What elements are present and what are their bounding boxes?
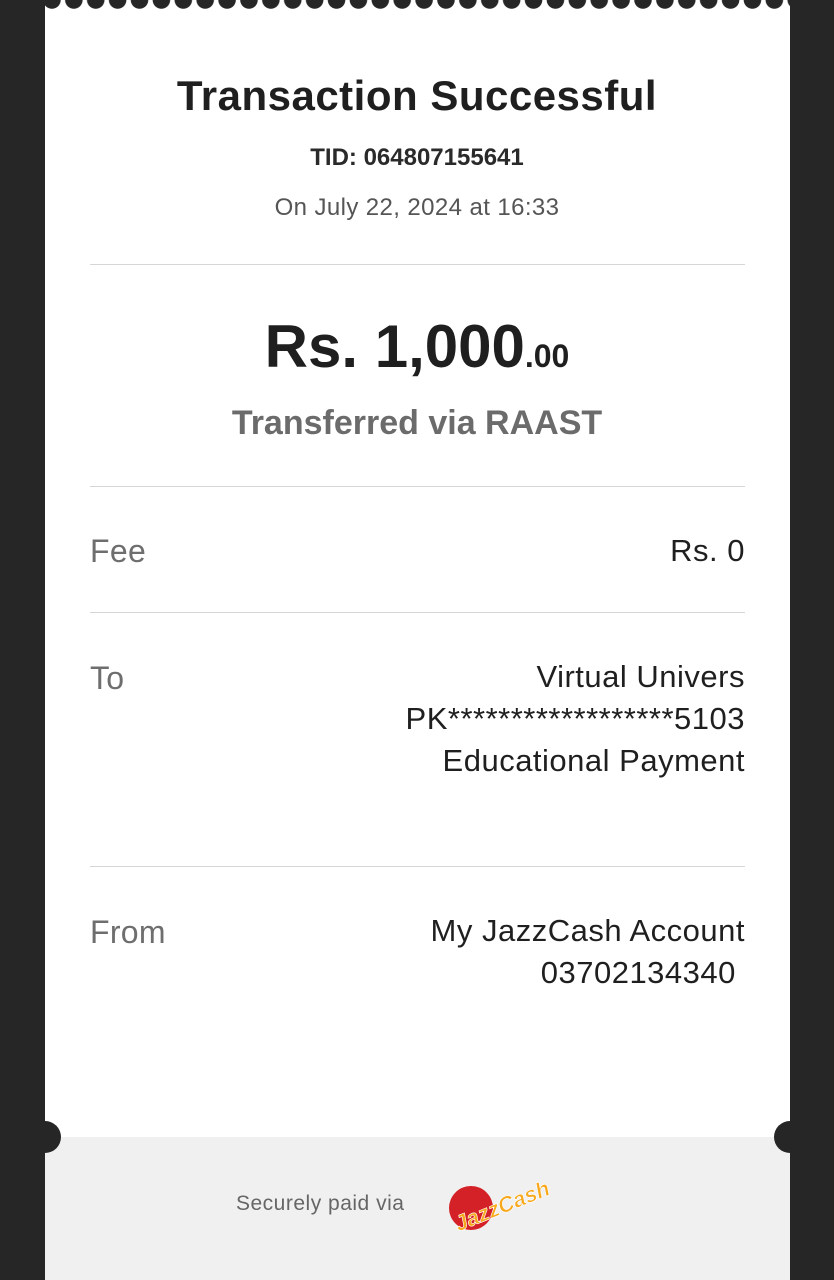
receipt-notch-right — [774, 1121, 806, 1153]
jazzcash-logo: JazzCash — [449, 1176, 553, 1232]
transaction-id: TID: 064807155641 — [310, 144, 524, 171]
transaction-amount: Rs. 1,000.00 — [0, 312, 834, 381]
from-label: From — [90, 914, 166, 950]
receipt-top-edge — [45, 0, 790, 14]
fee-amount: Rs. 0 — [670, 533, 745, 568]
amount-cents: .00 — [524, 338, 570, 374]
recipient-account: PK******************5103 — [405, 701, 745, 736]
payment-purpose: Educational Payment — [442, 743, 745, 778]
page-title: Transaction Successful — [176, 72, 658, 119]
divider — [90, 486, 745, 487]
sender-number: 03702134340 — [540, 955, 745, 990]
amount-main: Rs. 1,000 — [264, 313, 525, 380]
receipt-footer — [45, 1137, 790, 1280]
fee-value: Rs. 0 — [670, 530, 745, 572]
sender-account-name: My JazzCash Account — [430, 913, 745, 948]
transfer-method: Transferred via RAAST — [231, 404, 603, 442]
transaction-datetime: On July 22, 2024 at 16:33 — [274, 194, 560, 221]
secure-payment-text: Securely paid via — [236, 1192, 405, 1215]
recipient-details: Virtual Univers PK******************5103… — [406, 656, 745, 782]
fee-label: Fee — [90, 533, 147, 569]
divider — [90, 612, 745, 613]
receipt-card — [45, 0, 790, 1280]
divider — [90, 866, 745, 867]
to-label: To — [90, 660, 125, 696]
receipt-notch-left — [29, 1121, 61, 1153]
sender-details: My JazzCash Account 03702134340 — [431, 910, 745, 994]
recipient-name: Virtual Univers — [536, 659, 745, 694]
divider — [90, 264, 745, 265]
